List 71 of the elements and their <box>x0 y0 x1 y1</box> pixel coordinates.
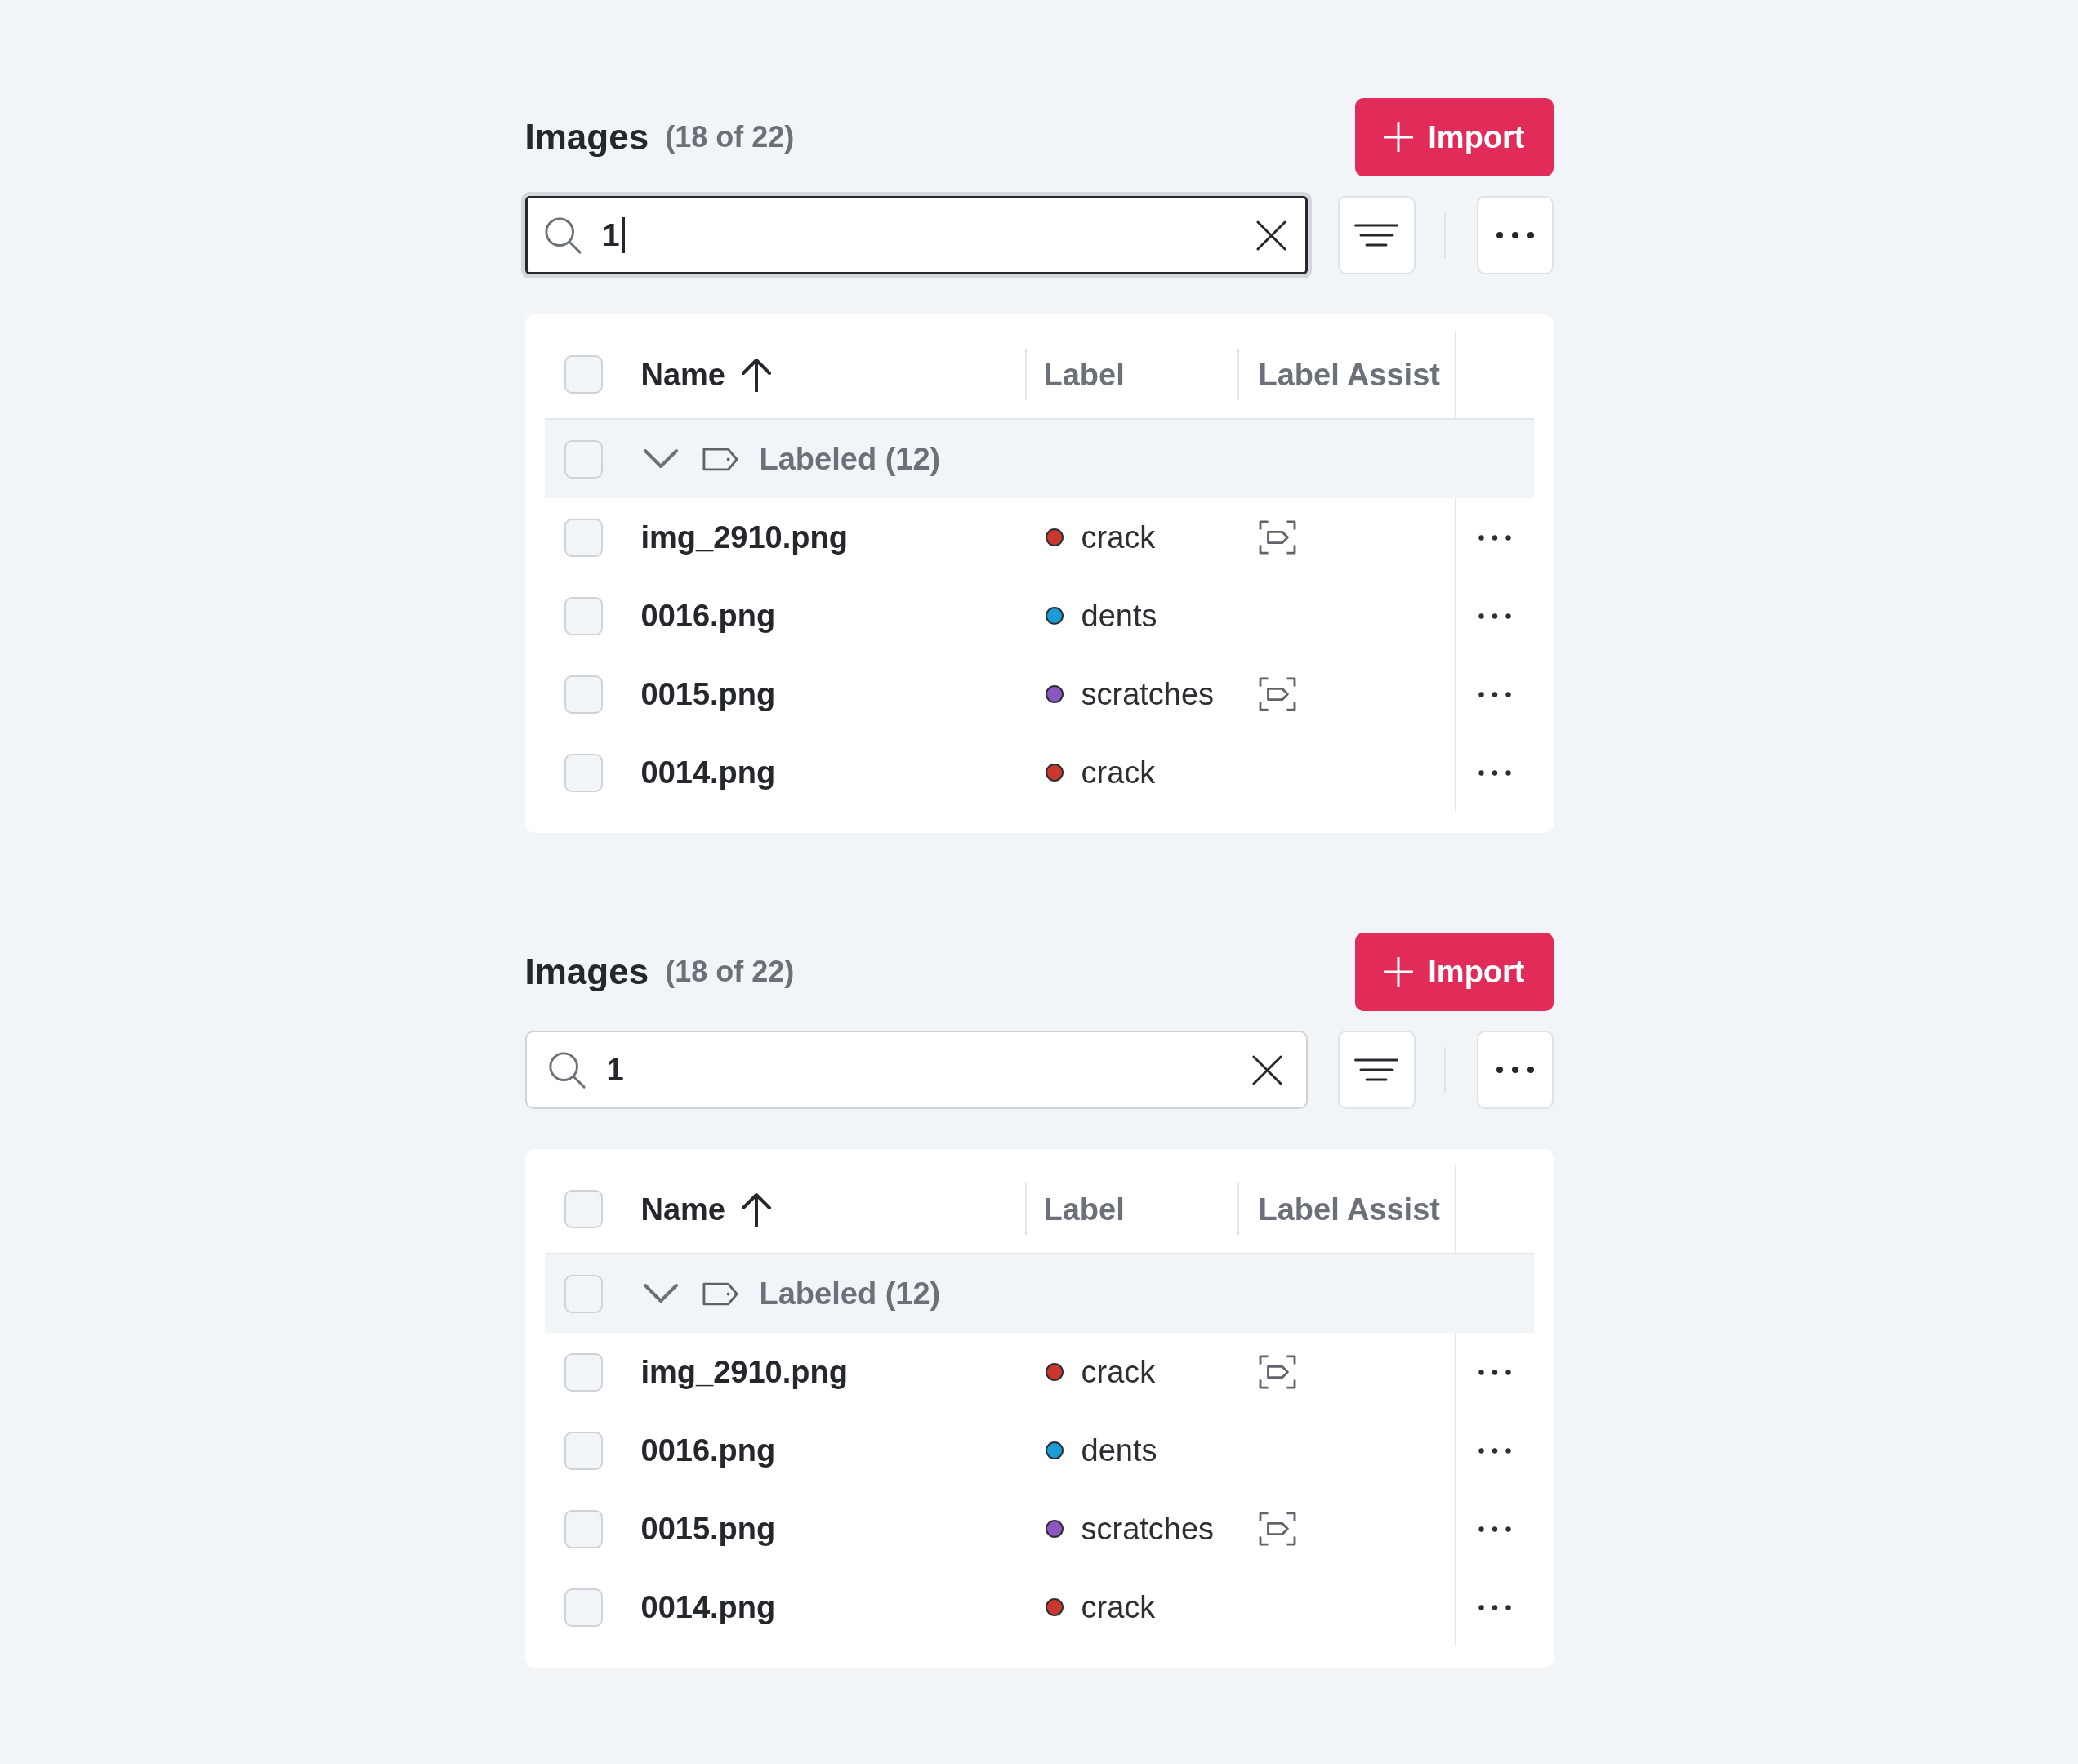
arrow-up-icon <box>740 357 773 392</box>
plus-icon <box>1384 122 1414 152</box>
label-text: crack <box>1081 522 1156 553</box>
checkbox[interactable] <box>564 1588 603 1627</box>
file-name: 0015.png <box>640 679 776 710</box>
checkbox[interactable] <box>564 753 603 792</box>
checkbox[interactable] <box>564 1431 603 1470</box>
checkbox[interactable] <box>564 518 603 557</box>
tag-icon <box>702 447 738 471</box>
column-header[interactable]: Label Assist <box>1258 1193 1440 1225</box>
file-name: 0016.png <box>640 600 776 631</box>
more-icon[interactable] <box>1478 612 1511 619</box>
checkbox[interactable] <box>564 675 603 714</box>
checkbox[interactable] <box>564 1509 603 1548</box>
label-text: dents <box>1081 1435 1157 1466</box>
checkbox[interactable] <box>564 355 603 394</box>
file-name: img_2910.png <box>640 522 848 553</box>
label-text: scratches <box>1081 679 1215 710</box>
checkbox[interactable] <box>564 1352 603 1392</box>
arrow-up-icon <box>740 1192 773 1227</box>
more-icon[interactable] <box>1478 691 1511 697</box>
more-icon[interactable] <box>1478 1526 1511 1532</box>
file-name: 0014.png <box>640 1592 776 1623</box>
file-name: 0015.png <box>640 1513 776 1544</box>
more-icon <box>1496 232 1534 238</box>
search-field[interactable]: 1 <box>524 1031 1308 1109</box>
plus-icon <box>1384 957 1414 987</box>
chevron-down-icon[interactable] <box>642 448 679 470</box>
chevron-down-icon[interactable] <box>642 1283 679 1304</box>
section-title: Images <box>524 119 649 155</box>
group-label: Labeled (12) <box>759 443 941 474</box>
more-icon[interactable] <box>1478 769 1511 776</box>
more-icon[interactable] <box>1478 534 1511 541</box>
filter-icon <box>1354 223 1398 247</box>
text-cursor <box>622 217 625 253</box>
column-header[interactable]: Label Assist <box>1258 359 1440 390</box>
checkbox[interactable] <box>564 596 603 635</box>
import-button[interactable]: Import <box>1355 933 1554 1011</box>
import-button[interactable]: Import <box>1355 98 1554 176</box>
search-icon <box>546 1050 586 1089</box>
tag-icon <box>702 1281 738 1306</box>
label-text: crack <box>1081 1356 1156 1388</box>
search-field[interactable]: 1 <box>520 192 1312 278</box>
file-name: 0016.png <box>640 1435 776 1466</box>
more-icon[interactable] <box>1478 1447 1511 1454</box>
filter-button[interactable] <box>1337 1031 1416 1109</box>
close-icon[interactable] <box>1255 220 1286 251</box>
group-label: Labeled (12) <box>759 1278 941 1309</box>
search-icon <box>542 216 582 255</box>
more-icon <box>1496 1067 1534 1073</box>
filter-button[interactable] <box>1337 196 1416 274</box>
label-text: dents <box>1081 600 1157 631</box>
column-header[interactable]: Label <box>1043 1193 1125 1225</box>
section-title: Images <box>524 954 649 990</box>
more-icon[interactable] <box>1478 1604 1511 1610</box>
column-header[interactable]: Name <box>640 357 773 392</box>
label-text: crack <box>1081 757 1156 788</box>
file-name: img_2910.png <box>640 1356 848 1388</box>
more-icon[interactable] <box>1478 1369 1511 1375</box>
label-text: crack <box>1081 1592 1156 1623</box>
checkbox[interactable] <box>564 439 603 479</box>
image-count: (18 of 22) <box>665 957 795 987</box>
filter-icon <box>1354 1058 1398 1082</box>
column-header[interactable]: Name <box>640 1192 773 1227</box>
close-icon[interactable] <box>1251 1054 1282 1085</box>
image-count: (18 of 22) <box>665 122 795 152</box>
label-text: scratches <box>1081 1513 1215 1544</box>
column-header[interactable]: Label <box>1043 359 1125 390</box>
checkbox[interactable] <box>564 1190 603 1228</box>
file-name: 0014.png <box>640 757 776 788</box>
checkbox[interactable] <box>564 1274 603 1313</box>
